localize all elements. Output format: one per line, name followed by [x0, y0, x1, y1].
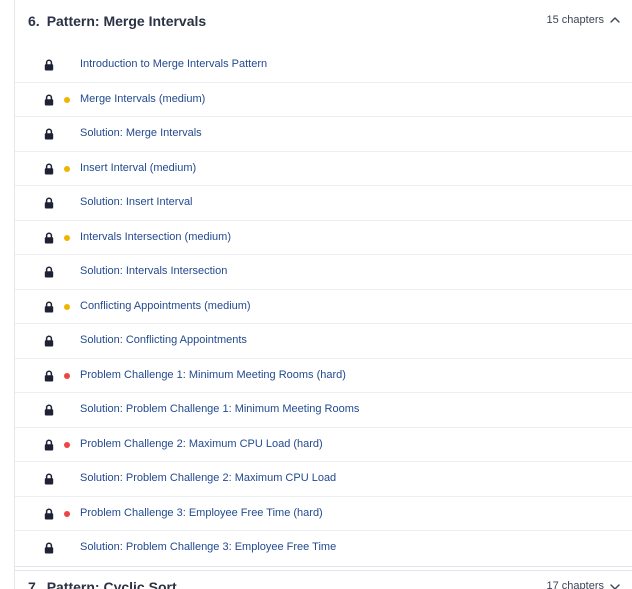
- lock-icon: [44, 231, 54, 243]
- lesson-title[interactable]: Problem Challenge 3: Employee Free Time …: [80, 507, 323, 519]
- lock-icon: [44, 300, 54, 312]
- lesson-row[interactable]: Solution: Intervals Intersection: [15, 255, 632, 290]
- chapter-count: 15 chapters: [546, 14, 604, 26]
- lesson-title[interactable]: Introduction to Merge Intervals Pattern: [80, 58, 267, 70]
- hard-difficulty-dot: [64, 441, 70, 448]
- lesson-title[interactable]: Solution: Problem Challenge 2: Maximum C…: [80, 472, 336, 484]
- section-title-text: Pattern: Cyclic Sort: [46, 579, 177, 589]
- lesson-row[interactable]: Solution: Problem Challenge 3: Employee …: [15, 531, 632, 566]
- lesson-title[interactable]: Problem Challenge 1: Minimum Meeting Roo…: [80, 369, 346, 381]
- lesson-title[interactable]: Problem Challenge 2: Maximum CPU Load (h…: [80, 438, 323, 450]
- lock-icon: [44, 438, 54, 450]
- lock-icon: [44, 369, 54, 381]
- hard-difficulty-dot: [64, 510, 70, 517]
- lesson-row[interactable]: Solution: Problem Challenge 1: Minimum M…: [15, 393, 632, 428]
- lock-icon: [44, 93, 54, 105]
- lesson-row[interactable]: Solution: Conflicting Appointments: [15, 324, 632, 359]
- lesson-row[interactable]: Intervals Intersection (medium): [15, 221, 632, 255]
- chapter-count: 17 chapters: [546, 580, 604, 589]
- chevron-up-icon[interactable]: [610, 16, 620, 23]
- lock-icon: [44, 128, 54, 140]
- lock-icon: [44, 473, 54, 485]
- lock-icon: [44, 404, 54, 416]
- section-title: 6. Pattern: Merge Intervals: [28, 13, 206, 29]
- lesson-title[interactable]: Solution: Merge Intervals: [80, 127, 202, 139]
- lesson-title[interactable]: Solution: Conflicting Appointments: [80, 334, 247, 346]
- section-merge-intervals: 6. Pattern: Merge Intervals 15 chapters I…: [15, 0, 632, 567]
- lesson-list: Introduction to Merge Intervals Pattern M…: [15, 48, 632, 567]
- lock-icon: [44, 162, 54, 174]
- lesson-title[interactable]: Merge Intervals (medium): [80, 93, 205, 105]
- lesson-row[interactable]: Conflicting Appointments (medium): [15, 290, 632, 324]
- lesson-title[interactable]: Solution: Problem Challenge 1: Minimum M…: [80, 403, 359, 415]
- lock-icon: [44, 266, 54, 278]
- section-title-text: Pattern: Merge Intervals: [46, 13, 207, 29]
- lesson-row[interactable]: Solution: Insert Interval: [15, 186, 632, 221]
- medium-difficulty-dot: [64, 234, 70, 241]
- lock-icon: [44, 507, 54, 519]
- lesson-title[interactable]: Insert Interval (medium): [80, 162, 196, 174]
- medium-difficulty-dot: [64, 96, 70, 103]
- medium-difficulty-dot: [64, 303, 70, 310]
- lock-icon: [44, 542, 54, 554]
- lesson-title[interactable]: Solution: Insert Interval: [80, 196, 193, 208]
- section-title: 7. Pattern: Cyclic Sort: [28, 579, 177, 589]
- lesson-title[interactable]: Solution: Intervals Intersection: [80, 265, 227, 277]
- lesson-title[interactable]: Intervals Intersection (medium): [80, 231, 231, 243]
- section-number: 7.: [28, 579, 40, 589]
- lock-icon: [44, 59, 54, 71]
- lesson-row[interactable]: Problem Challenge 2: Maximum CPU Load (h…: [15, 428, 632, 462]
- lesson-row[interactable]: Solution: Merge Intervals: [15, 117, 632, 152]
- lesson-row[interactable]: Problem Challenge 1: Minimum Meeting Roo…: [15, 359, 632, 393]
- lesson-row[interactable]: Insert Interval (medium): [15, 152, 632, 186]
- lock-icon: [44, 197, 54, 209]
- section-cyclic-sort[interactable]: 7. Pattern: Cyclic Sort 17 chapters: [15, 570, 632, 589]
- section-header[interactable]: 6. Pattern: Merge Intervals 15 chapters: [15, 0, 632, 44]
- lesson-row[interactable]: Problem Challenge 3: Employee Free Time …: [15, 497, 632, 531]
- lesson-title[interactable]: Solution: Problem Challenge 3: Employee …: [80, 541, 336, 553]
- section-number: 6.: [28, 13, 40, 29]
- lesson-row[interactable]: Introduction to Merge Intervals Pattern: [15, 48, 632, 83]
- chevron-down-icon[interactable]: [610, 584, 620, 589]
- hard-difficulty-dot: [64, 372, 70, 379]
- lesson-title[interactable]: Conflicting Appointments (medium): [80, 300, 251, 312]
- lesson-row[interactable]: Solution: Problem Challenge 2: Maximum C…: [15, 462, 632, 497]
- lock-icon: [44, 335, 54, 347]
- lesson-row[interactable]: Merge Intervals (medium): [15, 83, 632, 117]
- medium-difficulty-dot: [64, 165, 70, 172]
- course-outline: 6. Pattern: Merge Intervals 15 chapters I…: [0, 0, 632, 589]
